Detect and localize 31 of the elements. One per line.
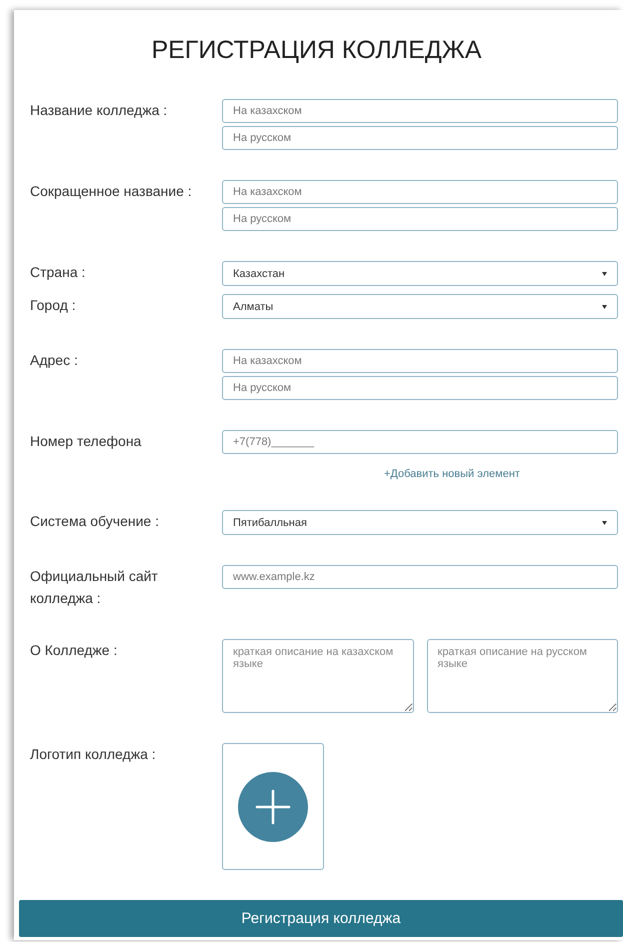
field-label: Система обучение :: [30, 512, 160, 531]
field-label: О Колледже :: [30, 641, 118, 660]
add-element-link[interactable]: +Добавить новый элемент: [384, 468, 520, 480]
input-field[interactable]: На русском: [222, 126, 618, 150]
register-button[interactable]: Регистрация колледжа: [19, 900, 623, 937]
input-field[interactable]: +7(778)_______: [222, 430, 618, 454]
dropdown[interactable]: Алматы: [222, 294, 618, 319]
input-field[interactable]: На русском: [222, 207, 618, 231]
logo-upload-box[interactable]: [222, 743, 324, 870]
field-label: Город :: [30, 296, 77, 315]
field-label: Страна :: [30, 263, 86, 282]
input-field[interactable]: На казахском: [222, 349, 618, 373]
add-icon: [237, 770, 309, 842]
text-area[interactable]: краткая описание на русском языке: [426, 639, 618, 713]
field-label: Адрес :: [30, 351, 79, 370]
field-label: Официальный сайт колледжа :: [30, 567, 159, 608]
page-title: РЕГИСТРАЦИЯ КОЛЛЕДЖА: [150, 36, 483, 65]
caret-icon: [602, 272, 607, 276]
field-label: Название колледжа :: [30, 101, 168, 120]
input-field[interactable]: На русском: [222, 376, 618, 400]
field-label: Сокращенное название :: [30, 182, 193, 201]
caret-icon: [602, 520, 607, 524]
input-field[interactable]: На казахском: [222, 99, 618, 123]
field-label: Логотип колледжа :: [30, 745, 157, 764]
dropdown[interactable]: Пятибалльная: [222, 510, 618, 535]
dropdown[interactable]: Казахстан: [222, 261, 618, 286]
text-area[interactable]: краткая описание на казахском языке: [222, 639, 414, 713]
input-field[interactable]: На казахском: [222, 180, 618, 204]
field-label: Номер телефона: [30, 432, 142, 451]
input-field[interactable]: www.example.kz: [222, 565, 618, 589]
caret-icon: [602, 304, 607, 308]
